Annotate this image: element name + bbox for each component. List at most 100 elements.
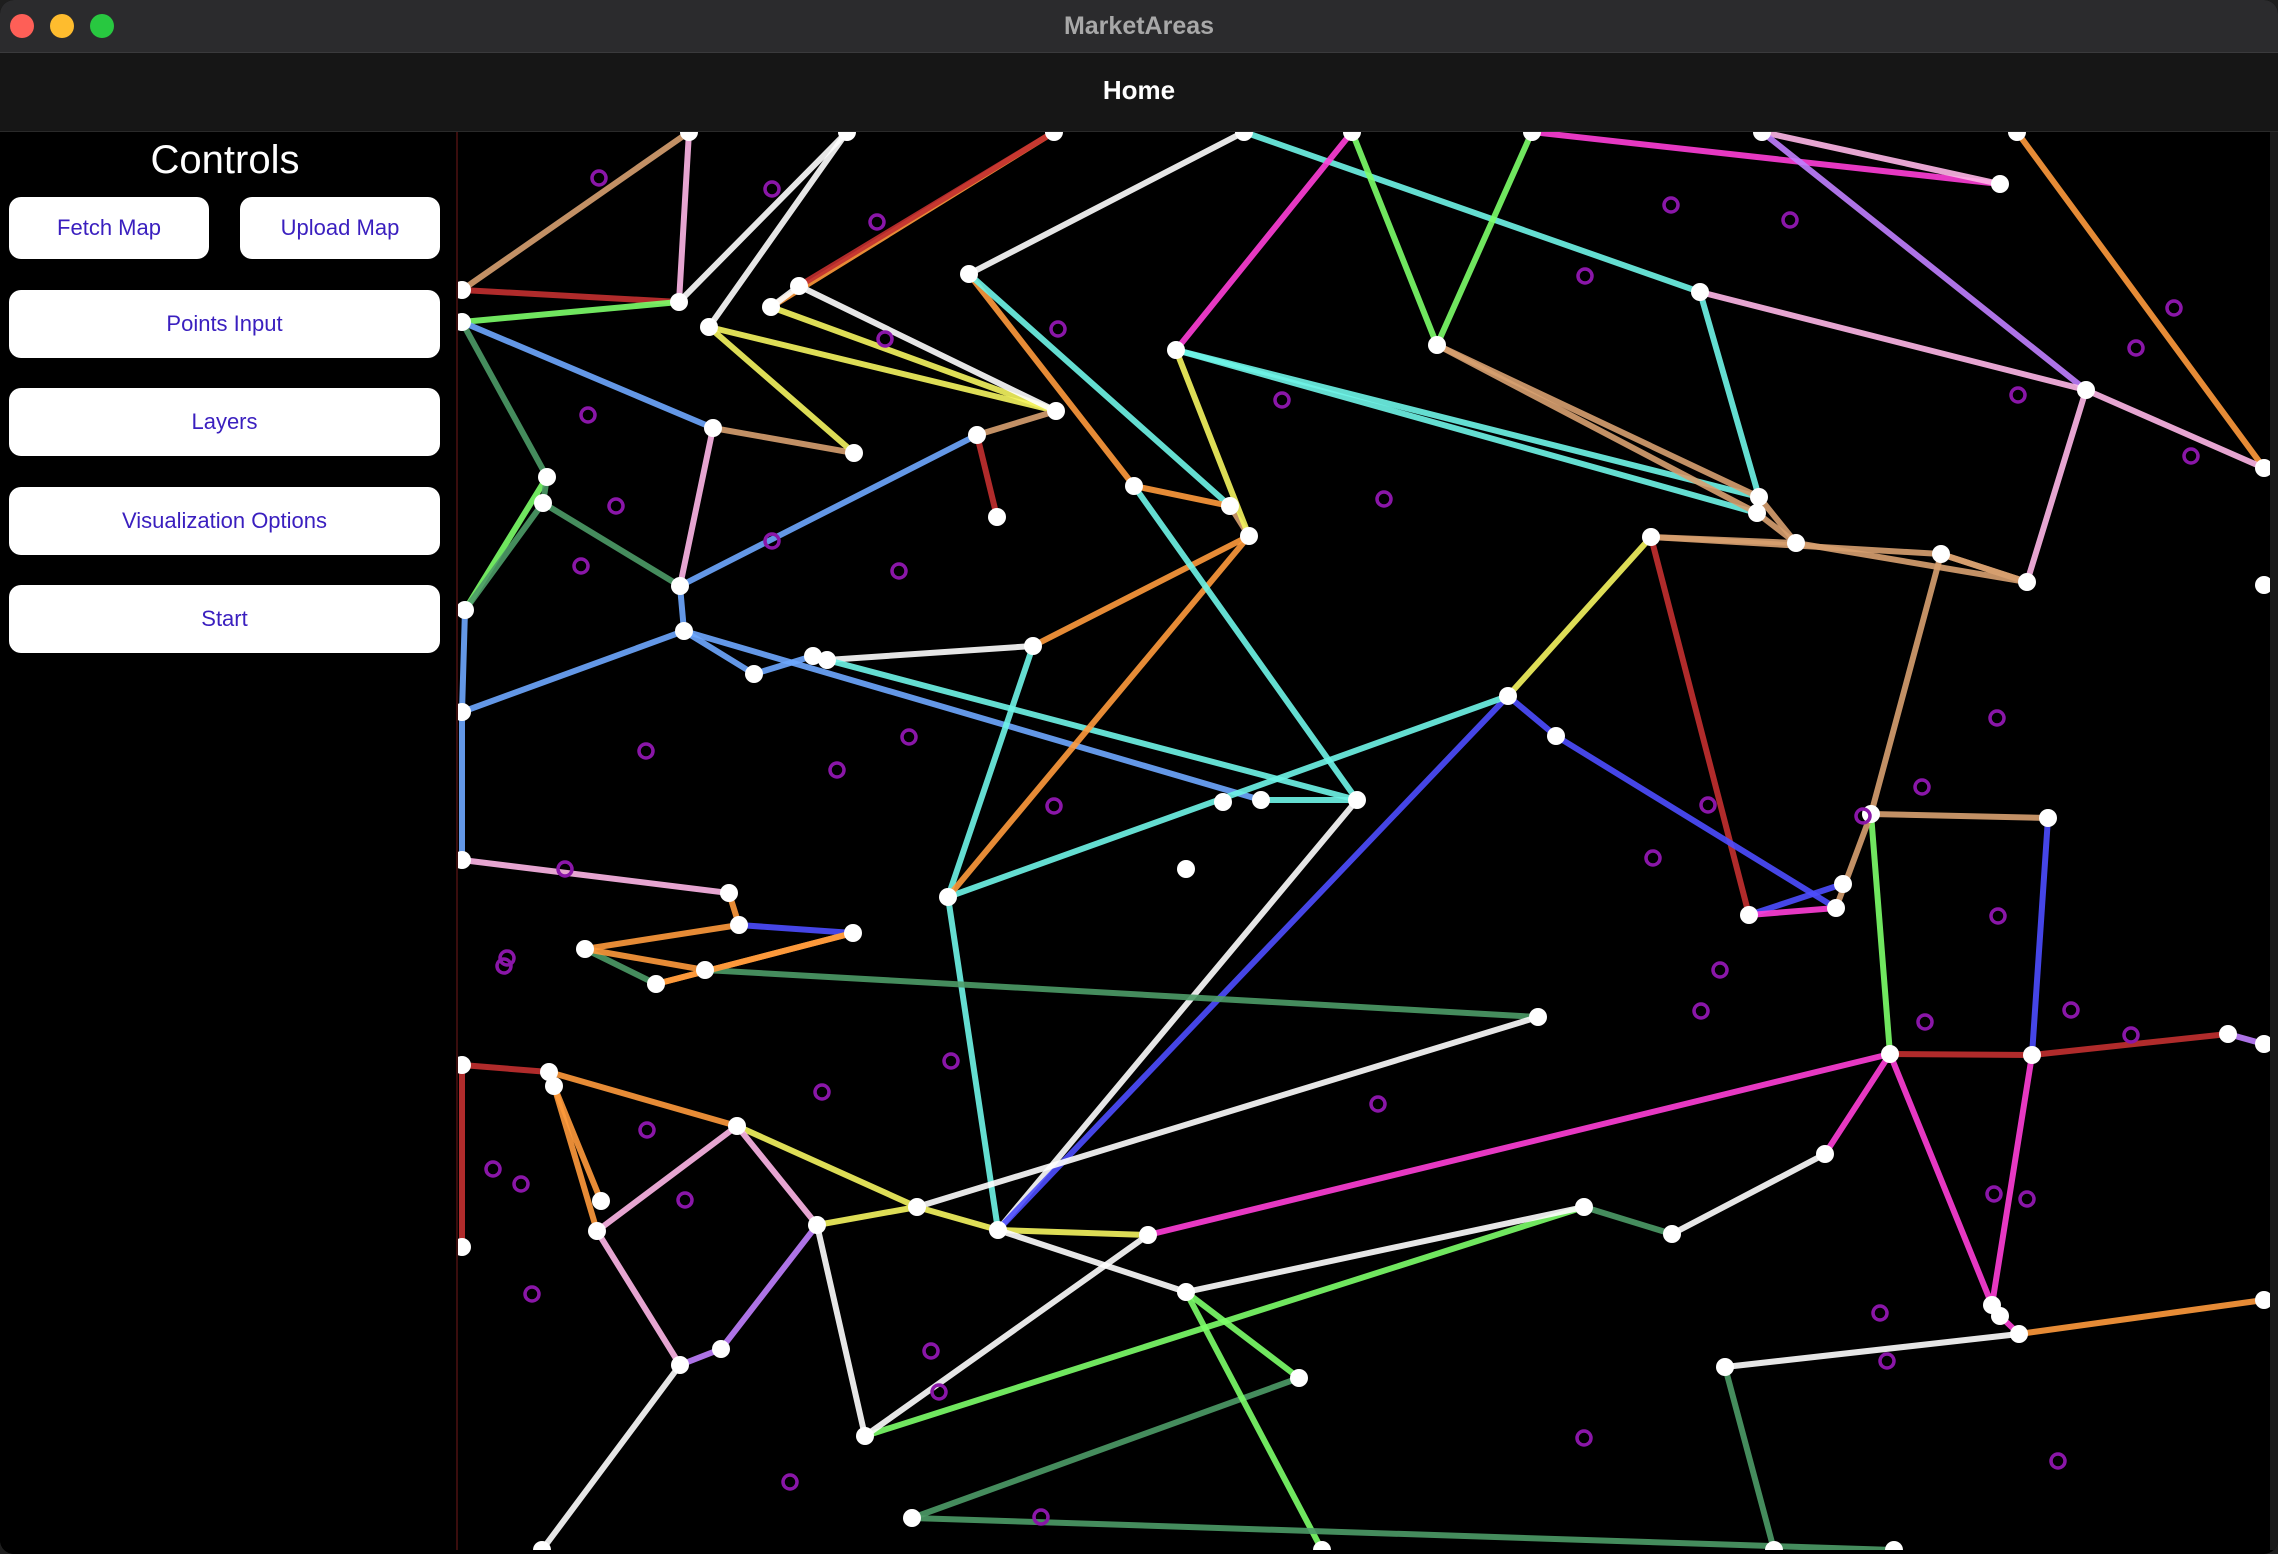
market-site-marker — [572, 557, 590, 575]
voronoi-vertex — [1881, 1045, 1899, 1063]
voronoi-vertex — [730, 916, 748, 934]
voronoi-edge — [1722, 1364, 1777, 1550]
market-site-marker — [1576, 267, 1594, 285]
voronoi-edge — [1833, 811, 1874, 911]
voronoi-edge — [702, 967, 1541, 1020]
voronoi-map-canvas[interactable] — [456, 132, 2272, 1550]
voronoi-vertex — [647, 975, 665, 993]
voronoi-vertex — [1024, 637, 1042, 655]
layers-button[interactable]: Layers — [9, 388, 440, 456]
voronoi-vertex — [675, 622, 693, 640]
voronoi-edge — [768, 304, 1059, 414]
voronoi-edge — [824, 643, 1036, 663]
voronoi-edge — [551, 1083, 600, 1234]
market-site-marker — [922, 1342, 940, 1360]
market-site-marker — [484, 1160, 502, 1178]
voronoi-vertex — [2018, 573, 2036, 591]
voronoi-edge — [1697, 289, 1762, 500]
voronoi-vertex — [2219, 1025, 2237, 1043]
voronoi-edge — [1434, 132, 1535, 348]
map-scrollbar[interactable] — [2270, 132, 2278, 1550]
voronoi-vertex — [1547, 727, 1565, 745]
voronoi-edge — [945, 643, 1036, 900]
voronoi-vertex — [1575, 1198, 1593, 1216]
voronoi-vertex — [939, 888, 957, 906]
voronoi-vertex — [720, 884, 738, 902]
voronoi-edge — [1868, 551, 1944, 817]
voronoi-edge — [676, 132, 692, 305]
market-site-marker — [1045, 797, 1063, 815]
market-site-marker — [2182, 447, 2200, 465]
voronoi-vertex — [1827, 899, 1845, 917]
market-site-marker — [2009, 386, 2027, 404]
market-site-marker — [607, 497, 625, 515]
voronoi-vertex — [968, 426, 986, 444]
voronoi-vertex — [1047, 402, 1065, 420]
voronoi-vertex — [856, 1427, 874, 1445]
voronoi-edge — [1505, 693, 1559, 739]
voronoi-edge — [459, 1062, 552, 1075]
voronoi-diagram — [458, 132, 2272, 1550]
market-site-marker — [1988, 709, 2006, 727]
fetch-map-button[interactable]: Fetch Map — [9, 197, 209, 259]
points-input-button[interactable]: Points Input — [9, 290, 440, 358]
upload-map-button[interactable]: Upload Map — [240, 197, 440, 259]
start-button[interactable]: Start — [9, 585, 440, 653]
voronoi-vertex — [1529, 1008, 1547, 1026]
voronoi-vertex — [908, 1198, 926, 1216]
voronoi-vertex — [790, 277, 808, 295]
voronoi-edge — [2016, 1297, 2267, 1337]
market-site-marker — [1989, 907, 2007, 925]
market-site-marker — [523, 1285, 541, 1303]
voronoi-edge — [1349, 132, 1440, 348]
voronoi-edge — [1505, 534, 1654, 699]
voronoi-vertex — [1765, 1541, 1783, 1550]
voronoi-vertex — [538, 468, 556, 486]
voronoi-edge — [677, 425, 716, 589]
market-site-marker — [2049, 1452, 2067, 1470]
voronoi-vertex — [1991, 175, 2009, 193]
voronoi-edge — [1887, 1051, 2035, 1058]
voronoi-edge — [966, 132, 1247, 277]
voronoi-vertex — [728, 1117, 746, 1135]
voronoi-edge — [459, 287, 682, 305]
voronoi-vertex — [1816, 1145, 1834, 1163]
voronoi-vertex — [2023, 1046, 2041, 1064]
market-site-marker — [1913, 778, 1931, 796]
voronoi-edge — [1145, 1051, 1893, 1238]
voronoi-vertex — [1167, 341, 1185, 359]
market-site-marker — [1781, 211, 1799, 229]
voronoi-edge — [1722, 1331, 2022, 1370]
voronoi-edge — [459, 857, 732, 896]
voronoi-edge — [594, 1123, 740, 1234]
voronoi-vertex — [1787, 534, 1805, 552]
voronoi-vertex — [960, 265, 978, 283]
voronoi-edge — [681, 628, 757, 677]
voronoi-edge — [1030, 533, 1252, 649]
market-site-marker — [1375, 490, 1393, 508]
voronoi-vertex — [458, 1056, 471, 1074]
market-site-marker — [2122, 1026, 2140, 1044]
market-site-marker — [876, 330, 894, 348]
voronoi-edge — [974, 408, 1059, 438]
market-site-marker — [942, 1052, 960, 1070]
market-site-marker — [1699, 796, 1717, 814]
controls-sidebar: Controls Fetch Map Upload Map Points Inp… — [0, 132, 456, 1554]
voronoi-edge — [1183, 1204, 1587, 1295]
market-site-marker — [781, 1473, 799, 1491]
voronoi-vertex — [989, 1221, 1007, 1239]
voronoi-vertex — [903, 1509, 921, 1527]
voronoi-vertex — [1139, 1226, 1157, 1244]
voronoi-vertex — [1663, 1225, 1681, 1243]
voronoi-edge — [995, 1227, 1151, 1238]
voronoi-vertex — [988, 508, 1006, 526]
voronoi-edge — [2029, 815, 2051, 1058]
voronoi-vertex — [1235, 132, 1253, 141]
voronoi-vertex — [671, 577, 689, 595]
visualization-options-button[interactable]: Visualization Options — [9, 487, 440, 555]
market-site-marker — [1575, 1429, 1593, 1447]
voronoi-vertex — [712, 1340, 730, 1358]
voronoi-edge — [995, 1227, 1189, 1295]
voronoi-vertex — [1691, 283, 1709, 301]
voronoi-vertex — [1428, 336, 1446, 354]
